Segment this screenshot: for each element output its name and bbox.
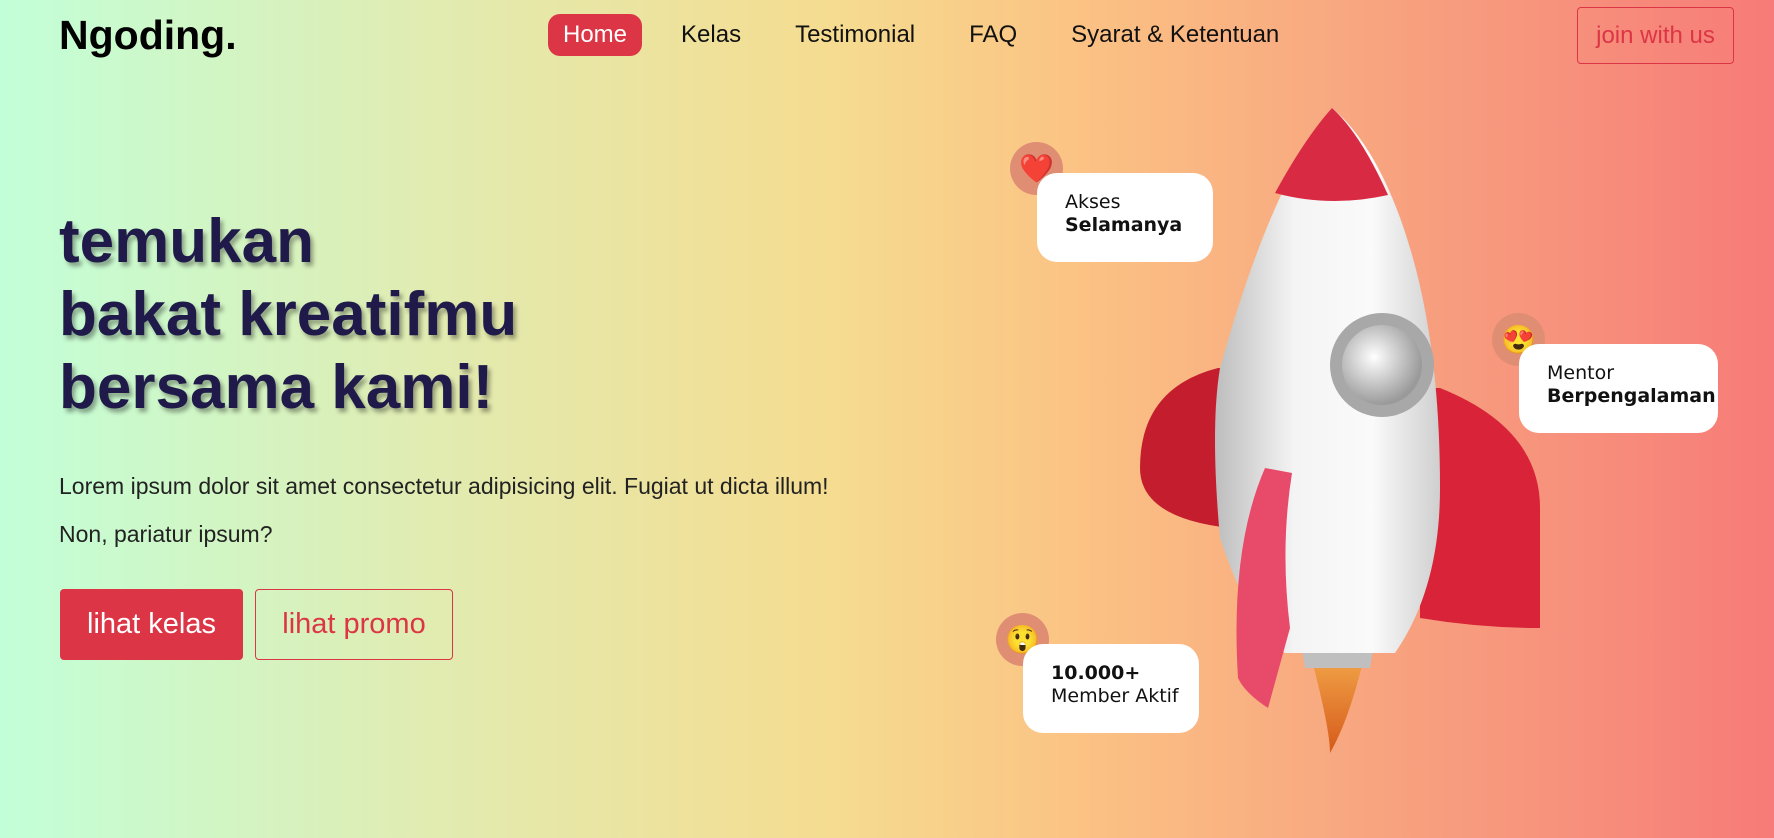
badge-experienced-mentor: Mentor Berpengalaman: [1519, 344, 1718, 433]
view-promo-button[interactable]: lihat promo: [255, 589, 453, 660]
brand-logo[interactable]: Ngoding.: [59, 12, 237, 59]
join-button[interactable]: join with us: [1577, 7, 1734, 64]
hero-title-line: bakat kreatifmu: [59, 280, 518, 349]
nav-kelas[interactable]: Kelas: [666, 14, 756, 56]
badge-line2: Berpengalaman: [1547, 385, 1716, 407]
badge-active-members: 10.000+ Member Aktif: [1023, 644, 1199, 733]
hero-title-line: temukan: [59, 207, 314, 276]
nav-testimonial[interactable]: Testimonial: [780, 14, 930, 56]
badge-line2: Selamanya: [1065, 214, 1183, 236]
badge-line1: Mentor: [1547, 362, 1615, 384]
nav-syarat-ketentuan[interactable]: Syarat & Ketentuan: [1056, 14, 1294, 56]
badge-line1: Akses: [1065, 191, 1121, 213]
nav-home[interactable]: Home: [548, 14, 643, 56]
hero-description: Lorem ipsum dolor sit amet consectetur a…: [59, 473, 829, 547]
hero-title: temukan bakat kreatifmu bersama kami!: [59, 205, 517, 424]
navbar: Ngoding. Home Kelas Testimonial FAQ Syar…: [0, 0, 1774, 72]
nav-faq[interactable]: FAQ: [954, 14, 1032, 56]
view-classes-button[interactable]: lihat kelas: [60, 589, 243, 660]
main-nav: Home Kelas Testimonial FAQ Syarat & Kete…: [548, 14, 1318, 56]
badge-line1: 10.000+: [1051, 662, 1141, 684]
badge-line2: Member Aktif: [1051, 685, 1179, 707]
badge-lifetime-access: Akses Selamanya: [1037, 173, 1213, 262]
hero-title-line: bersama kami!: [59, 353, 494, 422]
